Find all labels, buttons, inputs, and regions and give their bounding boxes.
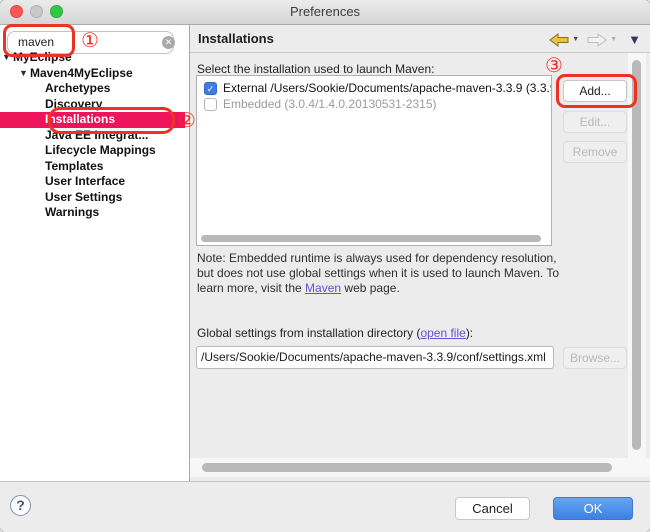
forward-menu-caret-icon: ▼ — [610, 36, 617, 43]
open-file-link[interactable]: open file — [420, 326, 465, 340]
sidebar-item-discovery[interactable]: Discovery — [0, 97, 189, 113]
vertical-scrollbar-thumb[interactable] — [632, 60, 641, 450]
sidebar-item-user-interface[interactable]: User Interface — [0, 174, 189, 190]
back-menu-caret-icon[interactable]: ▼ — [572, 36, 579, 43]
forward-arrow-icon — [587, 33, 607, 47]
edit-button: Edit... — [563, 111, 627, 133]
disclosure-triangle-icon[interactable]: ▼ — [19, 66, 28, 82]
ok-button[interactable]: OK — [553, 497, 633, 520]
help-button[interactable]: ? — [10, 495, 31, 516]
sidebar-item-maven4myeclipse[interactable]: ▼ Maven4MyEclipse — [0, 66, 189, 82]
installations-list: ✓ External /Users/Sookie/Documents/apach… — [196, 75, 552, 246]
page-title: Installations — [198, 31, 274, 46]
window-title: Preferences — [0, 4, 650, 19]
browse-button: Browse... — [563, 347, 627, 369]
preferences-tree: ▼ MyEclipse ▼ Maven4MyEclipse Archetypes… — [0, 50, 189, 221]
sidebar-item-warnings[interactable]: Warnings — [0, 205, 189, 221]
vertical-scrollbar-track[interactable] — [628, 53, 646, 458]
panel-header: Installations ▼ ▼ ▼ — [190, 25, 650, 52]
sidebar-item-lifecycle-mappings[interactable]: Lifecycle Mappings — [0, 143, 189, 159]
horizontal-scrollbar-thumb[interactable] — [202, 463, 612, 472]
checkbox-checked-icon[interactable]: ✓ — [204, 82, 217, 95]
title-bar: Preferences — [0, 0, 650, 25]
remove-button: Remove — [563, 141, 627, 163]
cancel-button[interactable]: Cancel — [455, 497, 530, 520]
back-arrow-icon[interactable] — [549, 33, 569, 47]
history-nav: ▼ ▼ ▼ — [549, 32, 641, 47]
global-settings-path-input[interactable]: /Users/Sookie/Documents/apache-maven-3.3… — [196, 346, 554, 369]
add-button[interactable]: Add... — [563, 80, 627, 102]
select-installation-label: Select the installation used to launch M… — [197, 62, 434, 76]
disclosure-triangle-icon[interactable]: ▼ — [2, 50, 11, 66]
embedded-runtime-note: Note: Embedded runtime is always used fo… — [197, 251, 559, 296]
view-menu-icon[interactable]: ▼ — [628, 32, 641, 47]
header-separator — [190, 52, 650, 53]
list-horizontal-scrollbar[interactable] — [201, 235, 541, 242]
horizontal-scrollbar-track[interactable] — [190, 458, 650, 477]
sidebar-item-archetypes[interactable]: Archetypes — [0, 81, 189, 97]
sidebar-item-user-settings[interactable]: User Settings — [0, 190, 189, 206]
sidebar-item-myeclipse[interactable]: ▼ MyEclipse — [0, 50, 189, 66]
sidebar-item-installations[interactable]: Installations — [0, 112, 185, 128]
global-settings-label: Global settings from installation direct… — [197, 326, 473, 340]
preferences-window: Preferences maven ✕ ▼ MyEclipse ▼ Maven4… — [0, 0, 650, 532]
dialog-footer: ? Cancel OK — [0, 481, 650, 532]
clear-search-icon[interactable]: ✕ — [162, 36, 175, 49]
checkbox-unchecked-icon[interactable] — [204, 98, 217, 111]
list-item-embedded-maven[interactable]: Embedded (3.0.4/1.4.0.20130531-2315) — [197, 96, 551, 112]
sidebar-item-templates[interactable]: Templates — [0, 159, 189, 175]
maven-link[interactable]: Maven — [305, 281, 341, 295]
preferences-sidebar: maven ✕ ▼ MyEclipse ▼ Maven4MyEclipse Ar… — [0, 25, 189, 481]
sidebar-item-java-ee-integration[interactable]: Java EE Integrat... — [0, 128, 189, 144]
installations-panel: Installations ▼ ▼ ▼ Select the installat… — [190, 25, 650, 481]
list-item-external-maven[interactable]: ✓ External /Users/Sookie/Documents/apach… — [197, 80, 551, 96]
